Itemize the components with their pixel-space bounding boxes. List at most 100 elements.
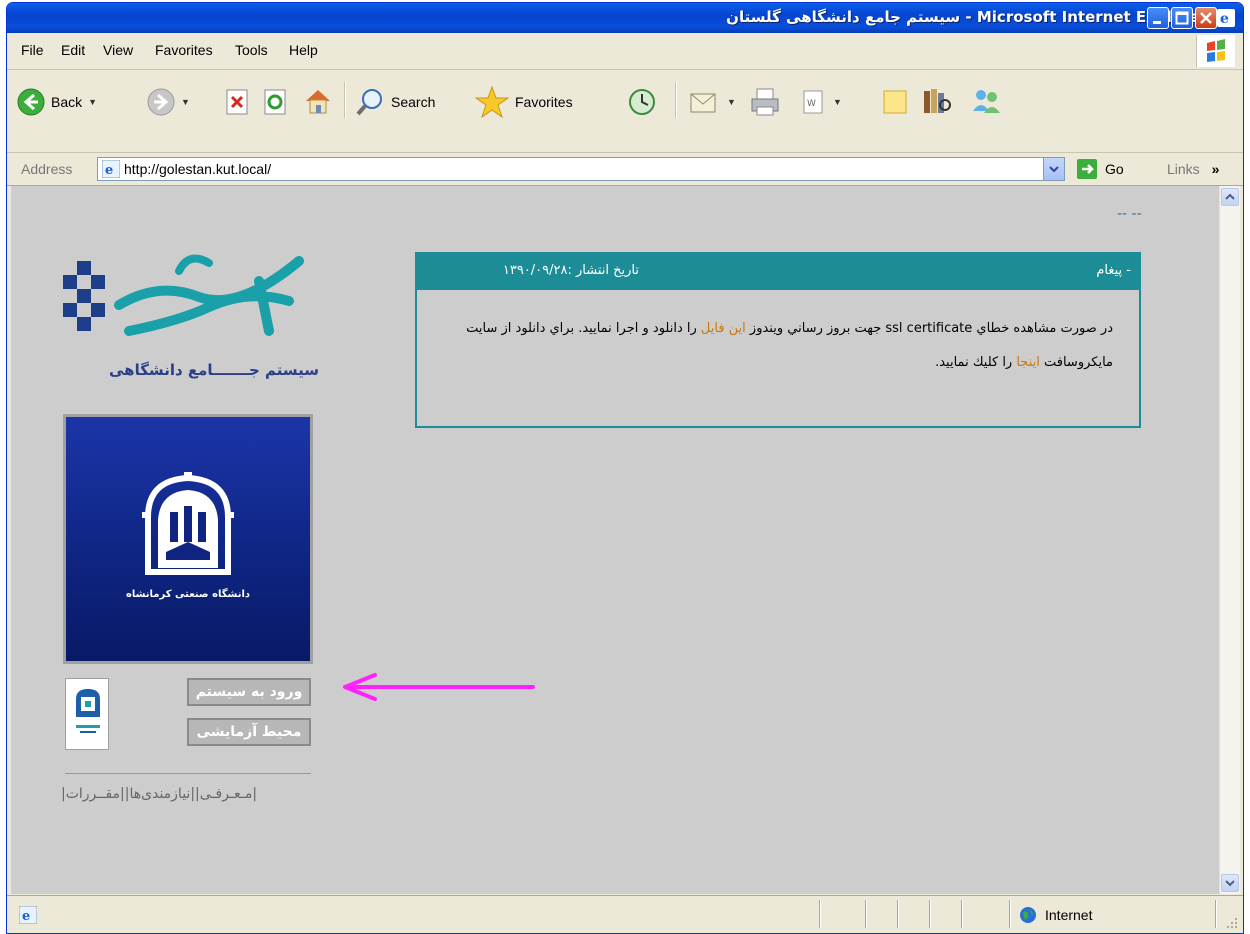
chevron-down-icon[interactable]: ▼ [181, 97, 190, 107]
note-icon [883, 90, 907, 114]
menu-file[interactable]: File [21, 42, 44, 58]
favorites-label: Favorites [515, 94, 573, 110]
resize-grip-icon[interactable] [1223, 914, 1239, 930]
mail-button[interactable]: ▼ [689, 88, 736, 116]
go-button[interactable]: Go [1077, 159, 1124, 179]
chevron-down-icon[interactable]: ▼ [833, 97, 842, 107]
menu-bar: File Edit View Favorites Tools Help [7, 33, 1243, 70]
status-separator [819, 900, 821, 928]
message-box: - پيغام تاريخ انتشار :١٣٩٠/٠٩/٢٨ در صورت… [415, 252, 1141, 428]
address-url: http://golestan.kut.local/ [124, 161, 272, 177]
home-icon [306, 90, 330, 114]
messenger-button[interactable] [969, 85, 1003, 117]
close-icon [1200, 12, 1212, 24]
address-input[interactable]: e http://golestan.kut.local/ [97, 157, 1065, 181]
search-label: Search [391, 94, 436, 110]
window-title: سیستم جامع دانشگاهی گلستان - Microsoft I… [726, 8, 1207, 26]
page-ie-icon: e [102, 160, 120, 178]
mail-icon [690, 93, 716, 113]
links-toolbar-label[interactable]: Links » [1167, 161, 1219, 177]
menu-favorites[interactable]: Favorites [155, 42, 213, 58]
secondary-logo [65, 678, 109, 750]
download-file-link[interactable]: اين فايل [701, 321, 746, 336]
status-separator [929, 900, 931, 928]
menu-help[interactable]: Help [289, 42, 318, 58]
status-separator [1215, 900, 1217, 928]
chevron-down-icon[interactable]: ▼ [88, 97, 97, 107]
address-dropdown-button[interactable] [1043, 158, 1064, 180]
print-icon [751, 88, 779, 116]
menu-tools[interactable]: Tools [235, 42, 268, 58]
back-arrow-icon [17, 88, 45, 116]
close-button[interactable] [1195, 7, 1217, 29]
chevron-down-icon [1049, 166, 1059, 173]
stop-icon [226, 89, 248, 115]
home-button[interactable] [303, 86, 333, 116]
maximize-icon [1175, 11, 1189, 25]
page-status-icon: e [19, 906, 37, 924]
refresh-button[interactable] [263, 88, 289, 116]
golestan-logo: سیستم جـــــــامع دانشگاهی [59, 241, 319, 391]
message-text-3: را كليك نماييد. [935, 355, 1017, 370]
logo-subtitle: سیستم جـــــــامع دانشگاهی [109, 361, 319, 379]
minimize-icon [1153, 21, 1161, 24]
favorites-button[interactable]: Favorites [475, 85, 573, 119]
status-separator [1009, 900, 1011, 928]
research-books-icon [924, 89, 951, 113]
message-body: در صورت مشاهده خطاي ssl certificate جهت … [433, 312, 1113, 380]
footer-links[interactable]: |مـعـرفـی||نیازمندی‌ها||مقــررات| [61, 786, 311, 802]
address-label: Address [21, 161, 73, 177]
stop-button[interactable] [225, 88, 251, 116]
login-button[interactable]: ورود به سیستم [187, 678, 311, 706]
svg-text:W: W [807, 99, 816, 109]
print-button[interactable] [749, 87, 781, 117]
secondary-seal-icon [76, 689, 100, 733]
edit-document-icon: W [803, 90, 823, 114]
vertical-scrollbar[interactable] [1219, 186, 1240, 894]
title-bar[interactable]: e سیستم جامع دانشگاهی گلستان - Microsoft… [7, 3, 1243, 33]
microsoft-link[interactable]: اينجا [1016, 355, 1040, 370]
history-button[interactable] [627, 87, 657, 117]
back-label: Back [51, 94, 83, 110]
toolbar-separator [675, 82, 677, 118]
edit-button[interactable]: W ▼ [801, 88, 842, 116]
address-bar: Address e http://golestan.kut.local/ Go … [7, 153, 1243, 186]
go-arrow-icon [1077, 159, 1097, 179]
status-separator [865, 900, 867, 928]
windows-flag-icon [1196, 35, 1235, 67]
globe-icon [1020, 907, 1036, 923]
svg-text:e: e [105, 163, 113, 178]
status-bar: e Internet [7, 895, 1243, 933]
message-date: تاريخ انتشار :١٣٩٠/٠٩/٢٨ [502, 263, 639, 278]
search-icon [356, 89, 382, 116]
chevron-down-icon [1225, 880, 1235, 887]
test-environment-button[interactable]: محیط آزمایشی [187, 718, 311, 746]
svg-text:e: e [22, 909, 30, 924]
menu-view[interactable]: View [103, 42, 133, 58]
discuss-button[interactable] [881, 88, 909, 116]
university-emblem-panel: دانشگاه صنعتی کرمانشاه [63, 414, 313, 664]
message-text-1: در صورت مشاهده خطاي ssl certificate جهت … [745, 321, 1113, 336]
university-name: دانشگاه صنعتی کرمانشاه [125, 589, 251, 600]
browser-window: e سیستم جامع دانشگاهی گلستان - Microsoft… [6, 2, 1244, 934]
standard-toolbar: Back ▼ ▼ Search Favorites ▼ W ▼ [7, 70, 1243, 153]
status-separator [897, 900, 899, 928]
ie-icon: e [1217, 9, 1235, 27]
chevron-right-icon[interactable]: » [1212, 161, 1220, 177]
research-button[interactable] [921, 85, 953, 117]
menu-edit[interactable]: Edit [61, 42, 85, 58]
svg-text:e: e [1220, 11, 1229, 27]
maximize-button[interactable] [1171, 7, 1193, 29]
divider [65, 773, 311, 774]
forward-button[interactable]: ▼ [147, 88, 190, 116]
search-button[interactable]: Search [355, 87, 435, 117]
back-button[interactable]: Back ▼ [17, 88, 97, 116]
scroll-up-button[interactable] [1221, 188, 1239, 206]
message-header: - پيغام تاريخ انتشار :١٣٩٠/٠٩/٢٨ [417, 254, 1139, 290]
chevron-down-icon[interactable]: ▼ [727, 97, 736, 107]
status-separator [961, 900, 963, 928]
minimize-button[interactable] [1147, 7, 1169, 29]
scroll-down-button[interactable] [1221, 874, 1239, 892]
messenger-users-icon [973, 90, 1000, 113]
university-seal-icon [142, 472, 234, 575]
